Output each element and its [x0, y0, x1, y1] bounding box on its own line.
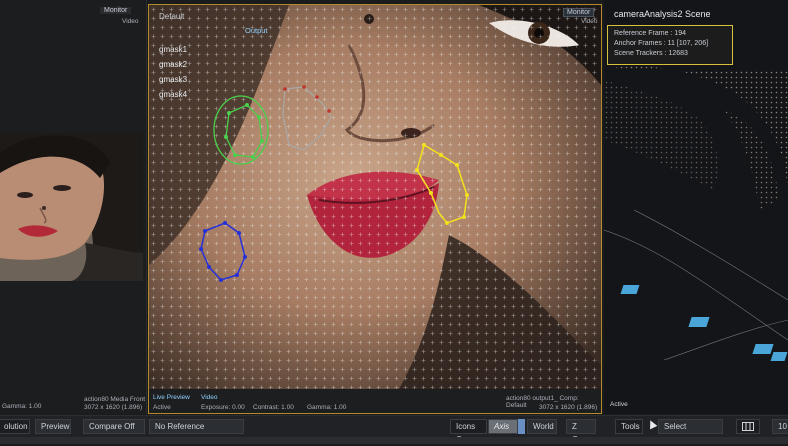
scene-title: cameraAnalysis2 Scene: [614, 9, 711, 19]
center-active-label: Active: [153, 404, 171, 411]
z-occ-toggle[interactable]: Z Occ: [566, 419, 596, 444]
exposure-readout: Exposure: 0.00: [201, 404, 245, 411]
compare-dropdown[interactable]: Compare Off: [83, 419, 145, 434]
mask-list: gmask1 gmask2 gmask3 gmask4: [159, 42, 187, 102]
tools-menu[interactable]: Tools: [615, 419, 643, 434]
icons-on-toggle[interactable]: Icons On: [450, 419, 487, 444]
number-field[interactable]: 10: [772, 419, 788, 434]
camera-marker-icon: [752, 344, 774, 354]
video-label-center: Video: [581, 18, 598, 25]
layout-icon[interactable]: [736, 419, 760, 434]
axis-toggle-indicator: [518, 419, 525, 434]
scene-info-panel: Reference Frame : 194 Anchor Frames : 11…: [607, 25, 733, 65]
video-mode-label[interactable]: Video: [201, 394, 218, 401]
axis-toggle[interactable]: Axis: [488, 419, 518, 434]
output-tab[interactable]: Output: [245, 26, 268, 35]
left-media-name: action80 Media Front: [84, 396, 146, 403]
camera-marker-icon: [620, 285, 640, 294]
left-gamma: Gamma: 1.00: [2, 403, 42, 410]
reference-dropdown[interactable]: No Reference: [149, 419, 244, 434]
anchor-frames-text: Anchor Frames : 11 [107, 206]: [614, 40, 709, 47]
live-preview-label[interactable]: Live Preview: [153, 394, 190, 401]
center-viewport[interactable]: Default Output Monitor Video gmask1 gmas…: [148, 4, 602, 414]
mask-item-gmask2[interactable]: gmask2: [159, 57, 187, 72]
mask-item-gmask3[interactable]: gmask3: [159, 72, 187, 87]
camera-marker-icon: [688, 317, 710, 327]
gamma-readout: Gamma: 1.00: [307, 404, 347, 411]
left-preview-image: [0, 133, 143, 281]
mask-item-gmask4[interactable]: gmask4: [159, 87, 187, 102]
left-viewport[interactable]: Monitor Video Gamma: 1.00 action80 Media…: [0, 0, 147, 414]
reference-frame-text: Reference Frame : 194: [614, 30, 686, 37]
bottom-toolbar: olution Preview Compare Off No Reference…: [0, 415, 788, 444]
contrast-readout: Contrast: 1.00: [253, 404, 294, 411]
right-active-label: Active: [610, 401, 628, 408]
monitor-label-center[interactable]: Monitor: [563, 8, 595, 17]
view-name[interactable]: Default: [159, 12, 184, 21]
center-tracking-image: [149, 5, 601, 389]
camera-marker-icon: [770, 352, 788, 361]
timeline-strip: [0, 437, 788, 444]
monitor-label-left[interactable]: Monitor: [100, 7, 132, 14]
scene-trackers-text: Scene Trackers : 12683: [614, 50, 688, 57]
left-media-res: 3072 x 1620 (1.896): [84, 404, 143, 411]
select-tool-dropdown[interactable]: Select: [658, 419, 723, 434]
output-res: 3072 x 1620 (1.896): [539, 404, 598, 411]
mask-item-gmask1[interactable]: gmask1: [159, 42, 187, 57]
cursor-arrow-icon: [646, 418, 658, 430]
world-toggle[interactable]: World: [527, 419, 557, 434]
video-label-left: Video: [122, 18, 139, 25]
resolution-button[interactable]: olution: [0, 419, 30, 434]
preview-button[interactable]: Preview: [35, 419, 71, 434]
